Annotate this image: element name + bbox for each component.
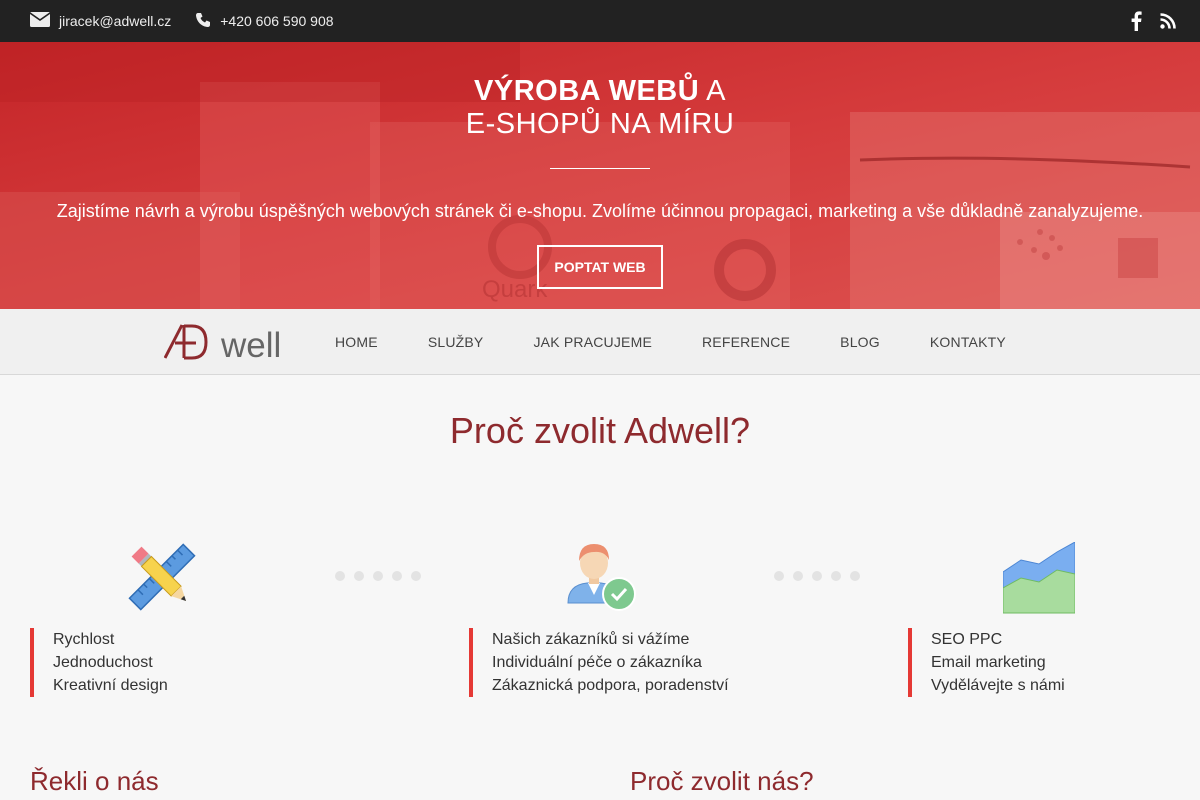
separator-dots <box>774 571 869 581</box>
feature-list: SEO PPC Email marketing Vydělávejte s ná… <box>908 628 1200 697</box>
separator-dots <box>335 571 430 581</box>
ruler-pencil-icon <box>128 543 196 616</box>
nav-item-how-we-work[interactable]: JAK PRACUJEME <box>533 334 652 350</box>
hero-divider <box>550 168 650 169</box>
user-check-icon <box>567 541 637 616</box>
hero-title-bold: VÝROBA WEBŮ <box>474 75 700 107</box>
phone-text[interactable]: +420 606 590 908 <box>220 13 333 29</box>
social-links <box>1113 0 1176 42</box>
nav-item-references[interactable]: REFERENCE <box>702 334 790 350</box>
nav-item-blog[interactable]: BLOG <box>840 334 880 350</box>
list-item: Individuální péče o zákazníka <box>492 654 702 671</box>
nav-menu: HOME SLUŽBY JAK PRACUJEME REFERENCE BLOG… <box>335 309 1056 375</box>
adwell-logo[interactable]: well <box>164 323 294 367</box>
facebook-icon[interactable] <box>1131 11 1142 31</box>
phone-icon <box>195 12 220 31</box>
feature-list: Rychlost Jednoduchost Kreativní design <box>30 628 330 697</box>
list-item: Vydělávejte s námi <box>931 677 1065 694</box>
nav-item-contacts[interactable]: KONTAKTY <box>930 334 1006 350</box>
list-item: Zákaznická podpora, poradenství <box>492 677 729 694</box>
hero-title: VÝROBA WEBŮ A E-SHOPŮ NA MÍRU <box>0 75 1200 141</box>
request-web-button[interactable]: POPTAT WEB <box>537 245 663 289</box>
list-item: Rychlost <box>53 631 115 648</box>
nav-item-home[interactable]: HOME <box>335 334 378 350</box>
hero-title-rest: A <box>699 75 726 107</box>
nav-item-services[interactable]: SLUŽBY <box>428 334 484 350</box>
area-chart-icon <box>1002 541 1076 619</box>
hero-lead: Zajistíme návrh a výrobu úspěšných webov… <box>56 201 1144 221</box>
rss-icon[interactable] <box>1160 13 1176 29</box>
why-title: Proč zvolit Adwell? <box>449 410 751 451</box>
email-text[interactable]: jiracek@adwell.cz <box>59 13 171 29</box>
list-item: Kreativní design <box>53 677 168 694</box>
phone-contact[interactable]: +420 606 590 908 <box>195 12 334 31</box>
list-item: Jednoduchost <box>53 654 153 671</box>
testimonials-title: Řekli o nás <box>30 766 159 796</box>
hero-section: Quark VÝROBA WEBŮ A E-SHOPŮ NA MÍRU Zaji… <box>0 42 1200 309</box>
list-item: Email marketing <box>931 654 1046 671</box>
logo-text: well <box>220 326 281 365</box>
list-item: Našich zákazníků si vážíme <box>492 631 690 648</box>
list-item: SEO PPC <box>931 631 1003 648</box>
hero-title-line2: E-SHOPŮ NA MÍRU <box>465 108 735 140</box>
envelope-icon <box>29 12 59 30</box>
main-navbar: well HOME SLUŽBY JAK PRACUJEME REFERENCE… <box>0 309 1200 375</box>
why-us-title: Proč zvolit nás? <box>630 766 814 796</box>
email-contact[interactable]: jiracek@adwell.cz <box>29 12 171 30</box>
top-contact-bar: jiracek@adwell.cz +420 606 590 908 <box>0 0 1200 42</box>
feature-list: Našich zákazníků si vážíme Individuální … <box>469 628 769 697</box>
